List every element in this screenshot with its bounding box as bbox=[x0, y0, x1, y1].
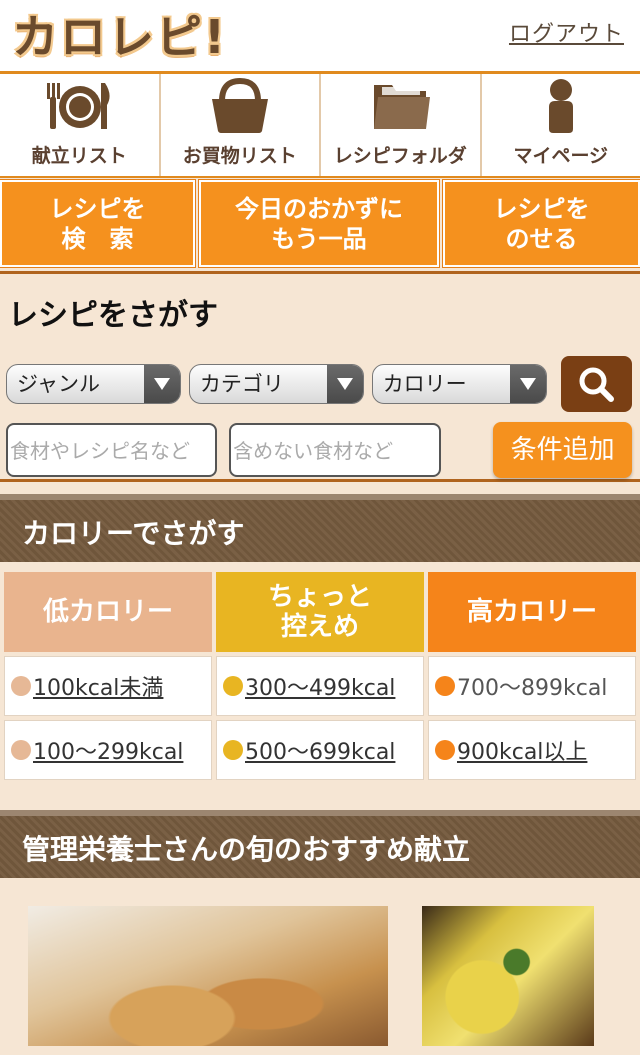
search-select-row: ジャンル カテゴリ カロリー bbox=[6, 356, 633, 412]
search-recipes-button[interactable]: レシピを 検 索 bbox=[0, 180, 195, 267]
search-title: レシピをさがす bbox=[8, 298, 218, 333]
nav-item-label: マイページ bbox=[513, 145, 609, 167]
calorie-range-cell[interactable]: 100〜299kcal bbox=[4, 720, 212, 780]
high-calorie-header[interactable]: 高カロリー bbox=[428, 572, 636, 652]
basket-icon bbox=[211, 77, 268, 133]
recipe-search-panel: レシピをさがす ジャンル カテゴリ カロリー 食材やレシピ名など 含めない食材な… bbox=[0, 274, 640, 482]
calorie-range-link[interactable]: 100〜299kcal bbox=[33, 734, 183, 766]
icon-nav: 献立リスト お買物リスト レシピフォルダ マイページ bbox=[0, 74, 640, 178]
exclude-ingredient-input[interactable]: 含めない食材など bbox=[229, 423, 442, 477]
post-recipe-button[interactable]: レシピを のせる bbox=[443, 180, 640, 267]
nav-item-shopping-list[interactable]: お買物リスト bbox=[161, 74, 321, 176]
nav-item-menu-list[interactable]: 献立リスト bbox=[0, 74, 161, 176]
add-condition-button[interactable]: 条件追加 bbox=[493, 422, 632, 478]
low-calorie-header[interactable]: 低カロリー bbox=[4, 572, 212, 652]
genre-select[interactable]: ジャンル bbox=[6, 364, 181, 404]
dot-icon bbox=[223, 676, 243, 696]
dot-icon bbox=[11, 740, 31, 760]
nav-item-label: レシピフォルダ bbox=[333, 145, 467, 167]
calorie-range-cell[interactable]: 300〜499kcal bbox=[216, 656, 424, 716]
calorie-range-row: 100〜299kcal 500〜699kcal 900kcal以上 bbox=[4, 720, 636, 780]
search-input-row: 食材やレシピ名など 含めない食材など 条件追加 bbox=[6, 422, 632, 478]
moderate-calorie-header[interactable]: ちょっと 控えめ bbox=[216, 572, 424, 652]
genre-select-value: ジャンル bbox=[17, 372, 100, 396]
recommend-section-header: 管理栄養士さんの旬のおすすめ献立 bbox=[0, 810, 640, 878]
site-logo[interactable]: カロレピ! bbox=[12, 12, 284, 62]
dot-icon bbox=[223, 740, 243, 760]
dropdown-arrow-icon bbox=[143, 365, 180, 403]
search-button[interactable] bbox=[560, 356, 633, 412]
nav-item-label: お買物リスト bbox=[182, 145, 297, 167]
folder-icon bbox=[374, 85, 431, 129]
calorie-select-value: カロリー bbox=[382, 372, 467, 396]
plate-cutlery-icon bbox=[47, 83, 110, 129]
dropdown-arrow-icon bbox=[326, 365, 363, 403]
nav-item-label: 献立リスト bbox=[31, 145, 127, 167]
calorie-range-cell[interactable]: 100kcal未満 bbox=[4, 656, 212, 716]
nav-item-recipe-folder[interactable]: レシピフォルダ bbox=[321, 74, 482, 176]
calorie-range-link[interactable]: 100kcal未満 bbox=[33, 670, 163, 702]
calorie-range-link[interactable]: 900kcal以上 bbox=[457, 734, 587, 766]
header: カロレピ! ログアウト bbox=[0, 0, 640, 74]
calorie-range-link[interactable]: 700〜899kcal bbox=[457, 670, 607, 702]
calorie-range-cell[interactable]: 700〜899kcal bbox=[428, 656, 636, 716]
search-icon bbox=[579, 367, 615, 402]
calorie-grid: 低カロリー ちょっと 控えめ 高カロリー 100kcal未満 300〜499kc… bbox=[0, 562, 640, 780]
gyoza-photo[interactable] bbox=[28, 906, 388, 1046]
calorie-range-link[interactable]: 300〜499kcal bbox=[245, 670, 395, 702]
calorie-select[interactable]: カロリー bbox=[371, 364, 547, 404]
calorie-range-cell[interactable]: 500〜699kcal bbox=[216, 720, 424, 780]
dropdown-arrow-icon bbox=[509, 365, 546, 403]
logout-link[interactable]: ログアウト bbox=[509, 16, 624, 48]
dot-icon bbox=[11, 676, 31, 696]
ingredient-input[interactable]: 食材やレシピ名など bbox=[6, 423, 218, 477]
nav-item-my-page[interactable]: マイページ bbox=[482, 74, 640, 176]
calorie-range-cell[interactable]: 900kcal以上 bbox=[428, 720, 636, 780]
category-select[interactable]: カテゴリ bbox=[188, 364, 364, 404]
calorie-range-link[interactable]: 500〜699kcal bbox=[245, 734, 395, 766]
person-icon bbox=[548, 79, 573, 133]
one-more-dish-button[interactable]: 今日のおかずに もう一品 bbox=[199, 180, 439, 267]
calorie-section-header: カロリーでさがす bbox=[0, 494, 640, 562]
category-select-value: カテゴリ bbox=[199, 372, 284, 396]
pickled-cabbage-photo[interactable] bbox=[422, 906, 594, 1046]
dot-icon bbox=[435, 676, 455, 696]
calorie-header-row: 低カロリー ちょっと 控えめ 高カロリー bbox=[4, 572, 636, 652]
calorie-range-row: 100kcal未満 300〜499kcal 700〜899kcal bbox=[4, 656, 636, 716]
main-action-buttons: レシピを 検 索 今日のおかずに もう一品 レシピを のせる bbox=[0, 178, 640, 274]
dot-icon bbox=[435, 740, 455, 760]
recommended-menu-photos bbox=[0, 878, 640, 1046]
